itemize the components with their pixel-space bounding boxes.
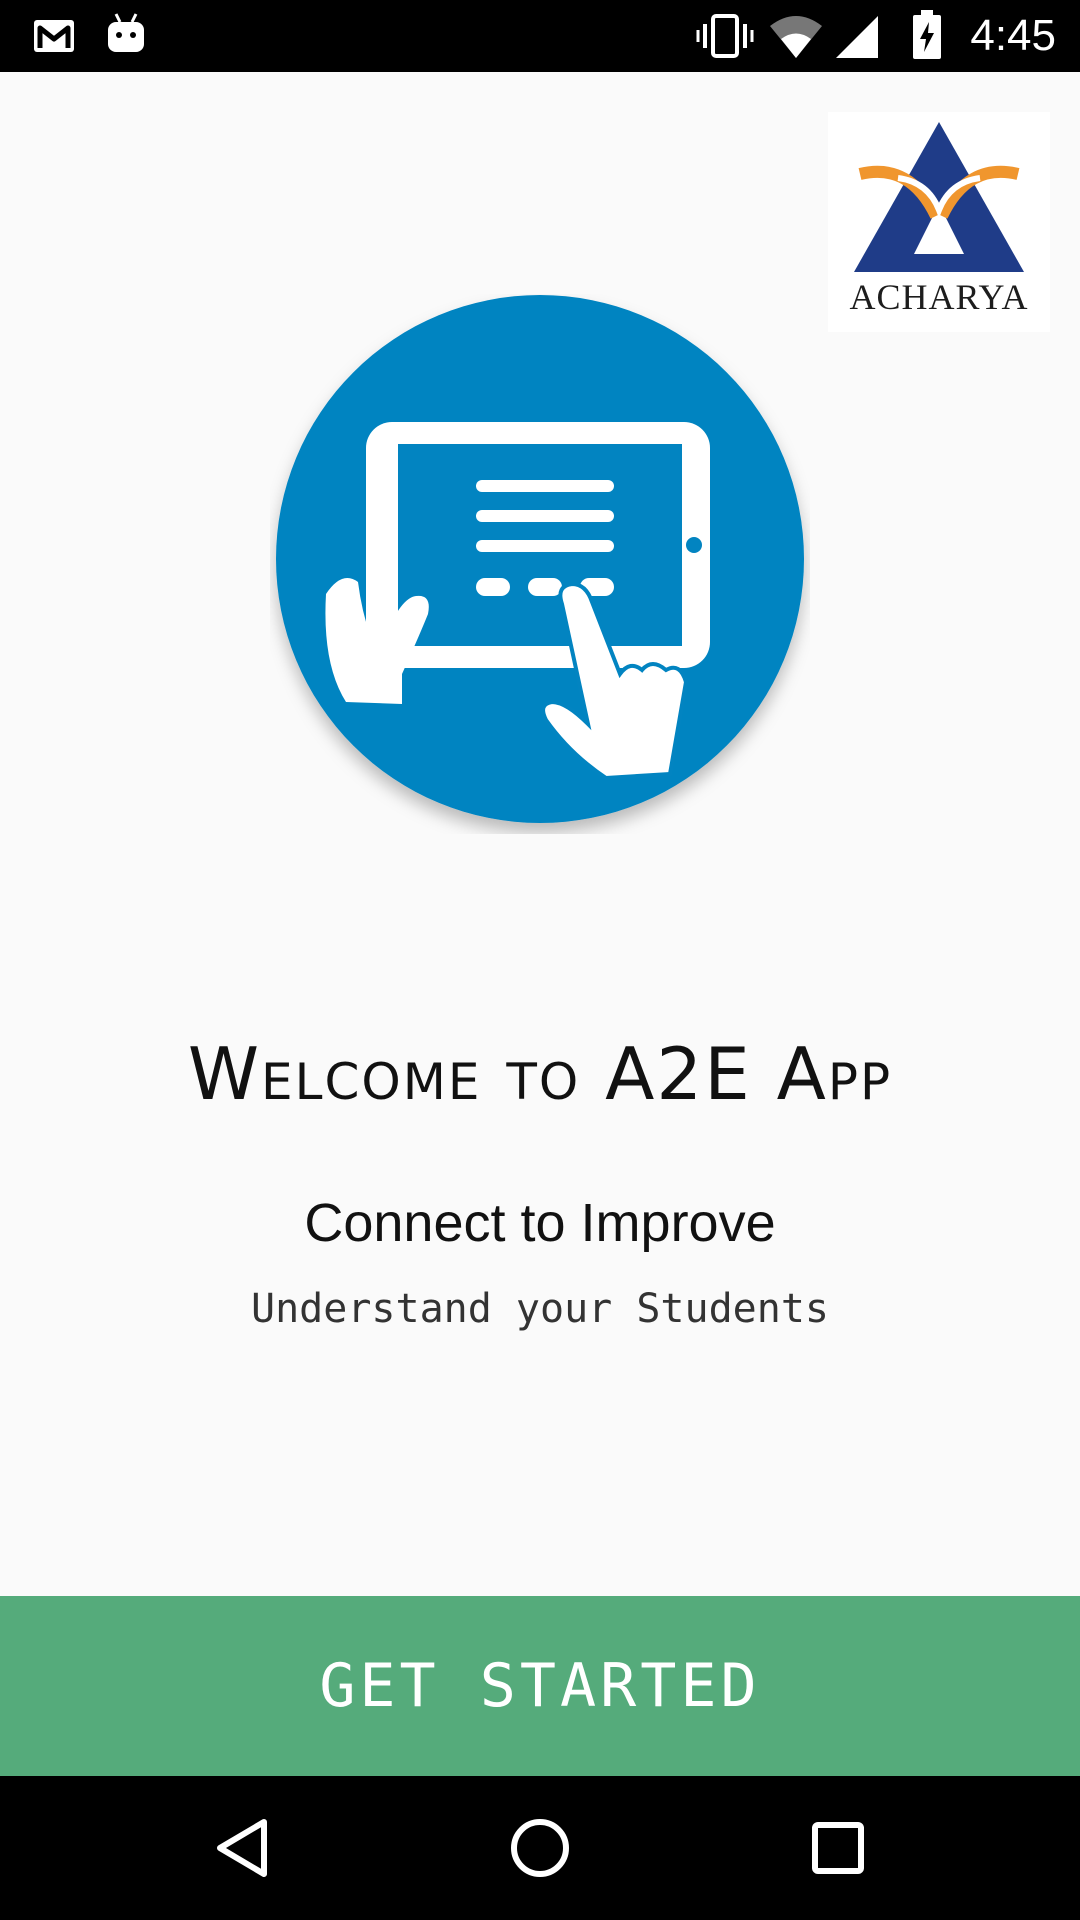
logo-text: ACHARYA [849,277,1029,317]
acharya-logo: ACHARYA [828,112,1050,332]
home-icon[interactable] [508,1816,572,1880]
cell-signal-icon [836,16,878,58]
gmail-icon [34,20,74,52]
acharya-logo-mark [854,122,1024,272]
wifi-icon [770,16,822,58]
vibrate-icon [696,14,754,58]
android-debug-icon [108,13,144,52]
subtitle: Understand your Students [251,1286,829,1332]
tagline: Connect to Improve [304,1193,776,1253]
welcome-screen: ACHARYA Welcome to A2E App Connect to Im… [0,72,1080,1596]
back-icon[interactable] [212,1816,272,1880]
battery-charging-icon [913,10,941,59]
nav-bar [0,1776,1080,1920]
tablet-touch-icon [276,295,804,823]
recents-icon[interactable] [810,1820,866,1876]
status-time: 4:45 [970,11,1056,60]
get-started-button[interactable]: GET STARTED [0,1596,1080,1776]
status-bar: 4:45 [0,0,1080,72]
welcome-title: Welcome to A2E App [187,1032,893,1116]
